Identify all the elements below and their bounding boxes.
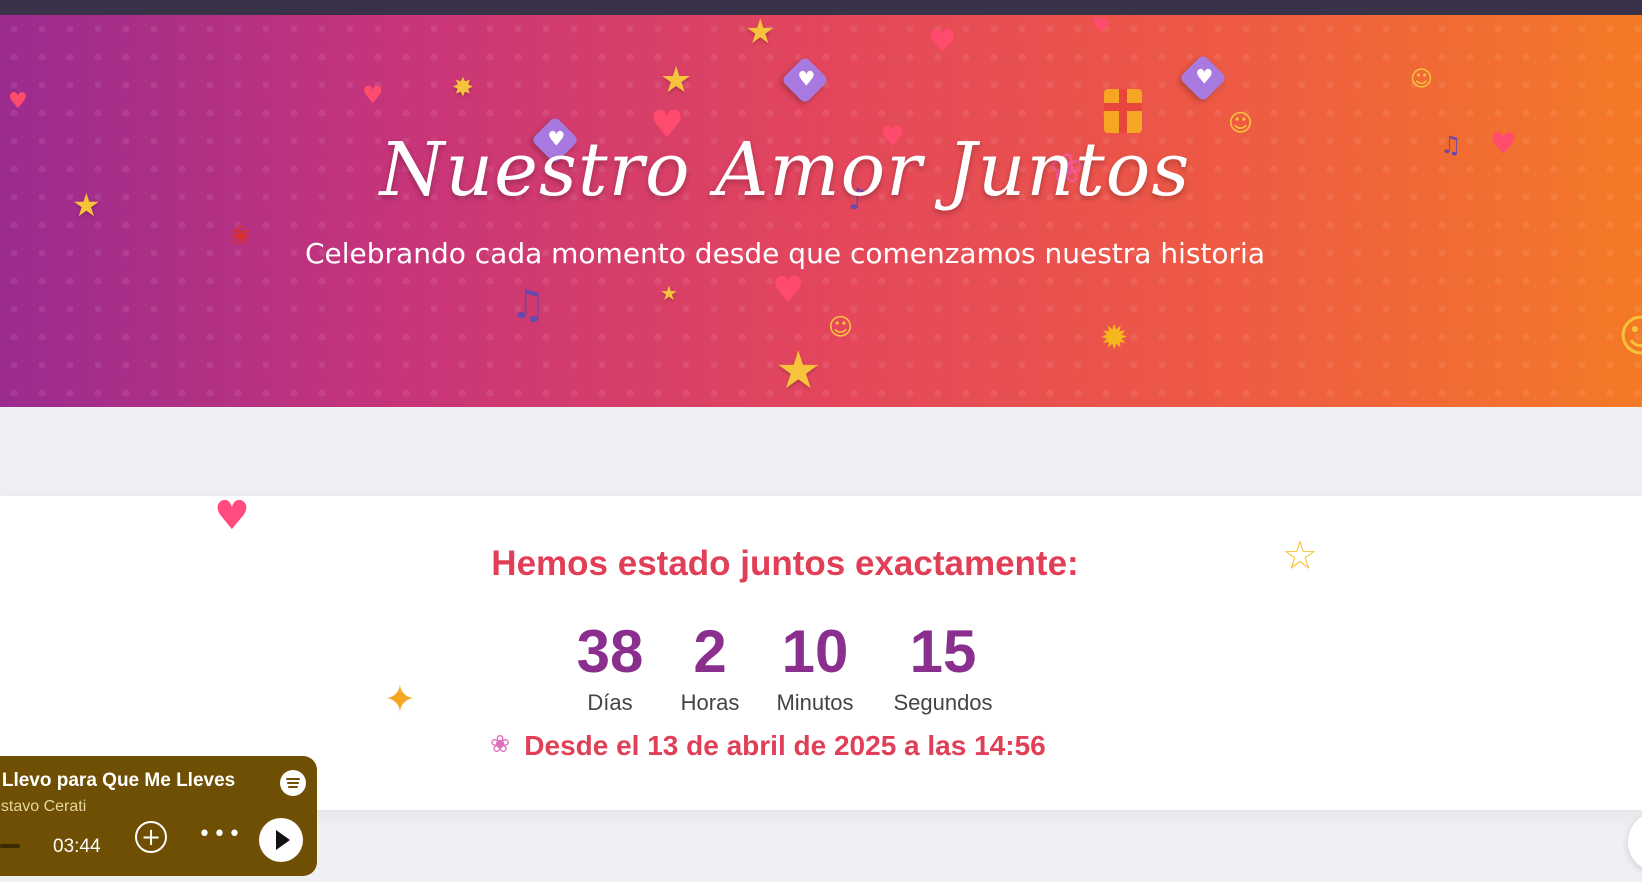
hero-subtitle: Celebrando cada momento desde que comenz… [304,237,1265,270]
hours-label: Horas [680,690,740,715]
song-title[interactable]: e Llevo para Que Me Lleves [0,770,235,792]
play-icon[interactable] [259,818,303,862]
heart-icon: ♥ [362,81,384,109]
artist-name[interactable]: ustavo Cerati [0,798,86,816]
star-icon: ★ [660,60,693,101]
sunflower-icon: ✹ [1100,318,1129,358]
more-dots-icon[interactable]: ••• [198,822,243,847]
days-label: Días [587,690,633,715]
seconds-value: 15 [909,618,977,685]
counter-seconds: 15 Segundos [880,620,1006,716]
minutes-label: Minutos [776,690,854,715]
smiley-icon: ☺ [1618,311,1642,362]
counter-days: 38 Días [565,620,655,716]
star-icon: ★ [775,341,822,401]
track-time: 03:44 [53,836,101,857]
heart-icon: ♥ [772,270,805,311]
hero-banner: ★ ★ ★ ★ ★ ✸ ♥ ♥ ♥ ♥ ♥ ♥ ♥ ♥ ❀ ❀ ♫ ♫ ♪ ✹ … [0,15,1642,407]
star-icon: ★ [660,281,678,305]
top-bar [0,0,1642,15]
add-circle-icon[interactable]: + [135,821,167,853]
spotify-logo-icon[interactable] [280,770,306,796]
minutes-value: 10 [781,618,849,685]
smiley-icon: ☺ [1410,67,1433,92]
floating-action-button[interactable] [1628,812,1642,872]
heart-icon: ♥ [8,89,28,114]
music-note-icon: ♫ [510,282,546,328]
seconds-label: Segundos [893,690,993,715]
star-icon: ★ [745,15,776,52]
heart-icon: ♥ [1092,15,1110,37]
heart-icon: ♥ [214,493,250,539]
days-value: 38 [576,618,644,685]
party-popper-icon: ✦ [384,677,416,721]
counter-heading: Hemos estado juntos exactamente: [491,544,1079,583]
smiley-icon: ☺ [828,313,854,341]
counter-minutes: 10 Minutos [760,620,870,716]
hero-title: Nuestro Amor Juntos [379,127,1191,213]
progress-bar[interactable] [0,844,20,848]
hours-value: 2 [693,618,727,685]
counter-hours: 2 Horas [668,620,752,716]
sparkle-icon: ✸ [452,73,474,103]
heart-icon: ♥ [928,22,957,60]
